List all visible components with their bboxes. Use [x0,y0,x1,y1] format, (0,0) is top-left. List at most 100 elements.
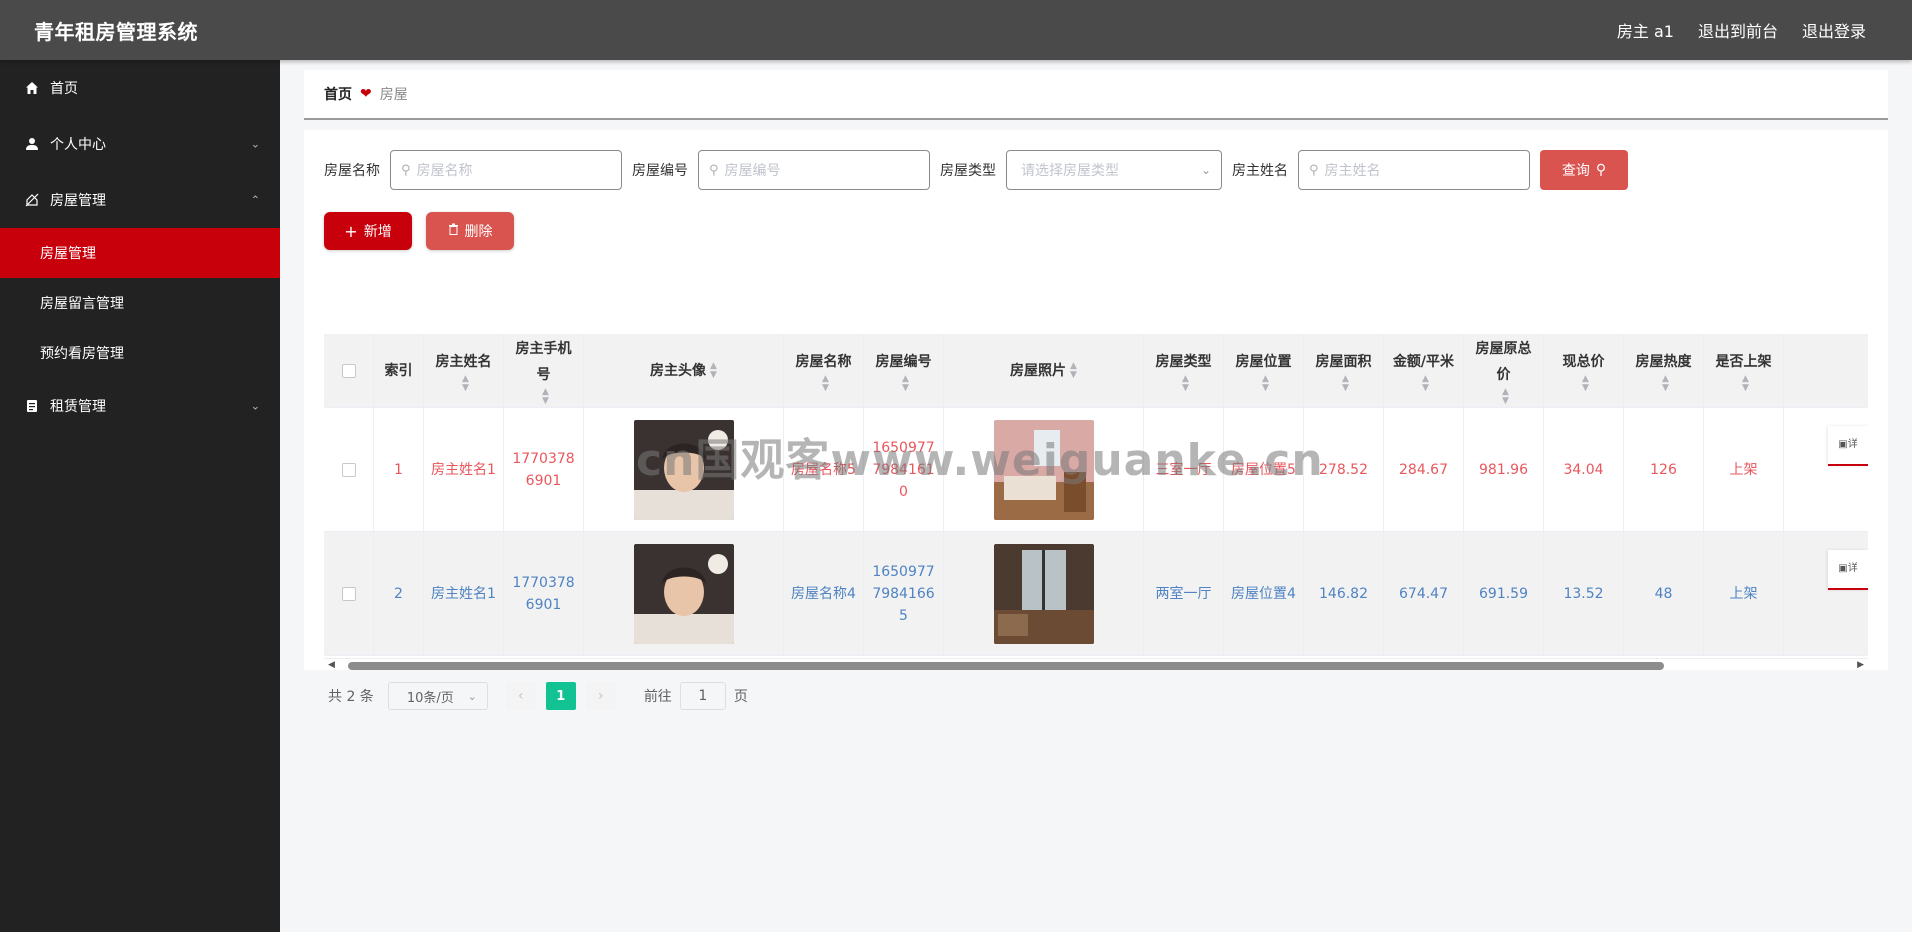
detail-button[interactable]: ▣ 详 [1828,426,1868,466]
cell-unit-price: 284.67 [1384,408,1464,531]
table-header-row: 索引 房主姓名 ▲ ▼ 房主手机号 ▲ ▼ 房主头像 ▲ ▼ 房屋名称 ▲ ▼ 房屋编号 ▲ ▼ 房… [324,334,1868,408]
cell-index: 1 [374,408,424,531]
sort-icon: ▲ ▼ [902,373,909,393]
trash-icon [448,223,459,239]
content-card: 房屋名称 ⚲ 房屋名称 房屋编号 ⚲ 房屋编号 房屋类型 请选择房屋类型 ⌄ 房… [304,130,1888,710]
cell-location: 房屋位置4 [1224,532,1304,655]
cell-on-shelf: 上架 [1704,532,1784,655]
breadcrumb-current: 房屋 [379,87,408,103]
sort-icon: ▲ ▼ [1262,373,1269,393]
scrollbar-thumb[interactable] [348,662,1664,670]
sort-icon: ▲ ▼ [1422,373,1429,393]
delete-button[interactable]: 删除 [426,212,514,250]
add-button[interactable]: + 新增 [324,212,412,250]
search-bar: 房屋名称 ⚲ 房屋名称 房屋编号 ⚲ 房屋编号 房屋类型 请选择房屋类型 ⌄ 房… [324,150,1868,190]
chevron-down-icon: ⌄ [467,689,477,703]
current-user-label: 房主 a1 [1616,22,1674,41]
chevron-up-icon: ⌃ [250,193,260,207]
sidebar-item-label: 房屋管理 [50,193,106,209]
select-all-checkbox[interactable] [324,334,374,407]
col-index: 索引 [374,334,424,407]
sidebar-item-label: 首页 [50,81,78,97]
detail-button[interactable]: ▣ 详 [1828,550,1868,590]
sort-icon: ▲ ▼ [1342,373,1349,393]
cell-phone: 17703786901 [504,532,584,655]
house-table: 索引 房主姓名 ▲ ▼ 房主手机号 ▲ ▼ 房主头像 ▲ ▼ 房屋名称 ▲ ▼ 房屋编号 ▲ ▼ 房… [324,334,1868,670]
cell-avatar [584,532,784,655]
owner-name-input[interactable]: ⚲ 房主姓名 [1298,150,1530,190]
plus-icon: + [344,221,358,241]
sidebar-item-personal[interactable]: 个人中心 ⌄ [0,116,280,172]
col-type[interactable]: 房屋类型 ▲ ▼ [1144,334,1224,407]
prev-page-button[interactable]: ‹ [505,682,536,710]
cell-unit-price: 674.47 [1384,532,1464,655]
col-location[interactable]: 房屋位置 ▲ ▼ [1224,334,1304,407]
goto-page-input[interactable]: 1 [679,682,726,710]
owner-name-label: 房主姓名 [1232,163,1288,179]
col-house-no[interactable]: 房屋编号 ▲ ▼ [864,334,944,407]
col-on-shelf[interactable]: 是否上架 ▲ ▼ [1704,334,1784,407]
col-house-name[interactable]: 房屋名称 ▲ ▼ [784,334,864,407]
main-content: 首页 ❤ 房屋 房屋名称 ⚲ 房屋名称 房屋编号 ⚲ 房屋编号 房屋类型 请选择… [304,70,1888,710]
col-operations [1784,334,1868,407]
pagination: 共 2 条 10条/页 ⌄ ‹ 1 › 前往 1 页 [328,682,748,710]
sidebar-item-rental[interactable]: 租赁管理 ⌄ [0,378,280,434]
watermark-text: cn国观客www.weiguanke.cn [636,435,1324,486]
col-photo[interactable]: 房屋照片 ▲ ▼ [944,334,1144,407]
sidebar-item-label: 个人中心 [50,137,106,153]
action-bar: + 新增 删除 [324,212,1868,250]
next-page-button[interactable]: › [585,682,616,710]
total-count: 共 2 条 [328,689,374,705]
logout-link[interactable]: 退出登录 [1802,18,1866,42]
col-avatar[interactable]: 房主头像 ▲ ▼ [584,334,784,407]
col-now-total[interactable]: 现总价 ▲ ▼ [1544,334,1624,407]
horizontal-scrollbar[interactable]: ◀ ▶ [324,658,1868,670]
sort-icon: ▲ ▼ [1070,360,1077,380]
page-number-1[interactable]: 1 [545,682,576,710]
row-checkbox[interactable] [324,408,374,531]
sort-icon: ▲ ▼ [1182,373,1189,393]
col-phone[interactable]: 房主手机号 ▲ ▼ [504,334,584,407]
col-unit-price[interactable]: 金额/平米 ▲ ▼ [1384,334,1464,407]
sidebar-item-house-management[interactable]: 房屋管理 ⌃ [0,172,280,228]
breadcrumb: 首页 ❤ 房屋 [304,70,1888,120]
house-no-input[interactable]: ⚲ 房屋编号 [698,150,930,190]
sort-icon: ▲ ▼ [542,386,549,406]
sidebar-subitem-house-management[interactable]: 房屋管理 [0,228,280,278]
cell-orig-total: 691.59 [1464,532,1544,655]
table-row: 2 房主姓名1 17703786901 房屋名称4 16509777984166… [324,532,1868,656]
sidebar-item-home[interactable]: 首页 [0,60,280,116]
sort-icon: ▲ ▼ [710,360,717,380]
app-title: 青年租房管理系统 [34,19,198,44]
search-icon: ⚲ [1309,162,1319,178]
house-name-input[interactable]: ⚲ 房屋名称 [390,150,622,190]
owner-avatar-image [633,543,734,644]
cell-owner-name: 房主姓名1 [424,408,504,531]
cell-phone: 17703786901 [504,408,584,531]
chevron-down-icon: ⌄ [250,137,260,151]
breadcrumb-home[interactable]: 首页 [324,84,352,104]
sort-icon: ▲ ▼ [822,373,829,393]
sidebar-subitem-house-messages[interactable]: 房屋留言管理 [0,278,280,328]
cell-operations: ▣ 详 [1784,408,1868,531]
goto-suffix: 页 [733,689,748,705]
col-orig-total[interactable]: 房屋原总价 ▲ ▼ [1464,334,1544,407]
cell-operations: ▣ 详 [1784,532,1868,655]
scroll-left-icon[interactable]: ◀ [328,659,335,670]
scroll-right-icon[interactable]: ▶ [1857,659,1864,670]
col-heat[interactable]: 房屋热度 ▲ ▼ [1624,334,1704,407]
col-owner-name[interactable]: 房主姓名 ▲ ▼ [424,334,504,407]
sidebar-subitem-viewing-appointments[interactable]: 预约看房管理 [0,328,280,378]
page-size-select[interactable]: 10条/页 ⌄ [387,682,488,710]
search-icon: ⚲ [1595,162,1607,178]
house-submenu: 房屋管理 房屋留言管理 预约看房管理 [0,228,280,378]
col-area[interactable]: 房屋面积 ▲ ▼ [1304,334,1384,407]
chevron-down-icon: ⌄ [1200,163,1211,177]
query-button[interactable]: 查询 ⚲ [1540,150,1628,190]
row-checkbox[interactable] [324,532,374,655]
sort-icon: ▲ ▼ [1662,373,1669,393]
sort-icon: ▲ ▼ [462,373,469,393]
cell-photo [944,532,1144,655]
house-type-select[interactable]: 请选择房屋类型 ⌄ [1006,150,1222,190]
back-to-front-link[interactable]: 退出到前台 [1698,18,1778,42]
